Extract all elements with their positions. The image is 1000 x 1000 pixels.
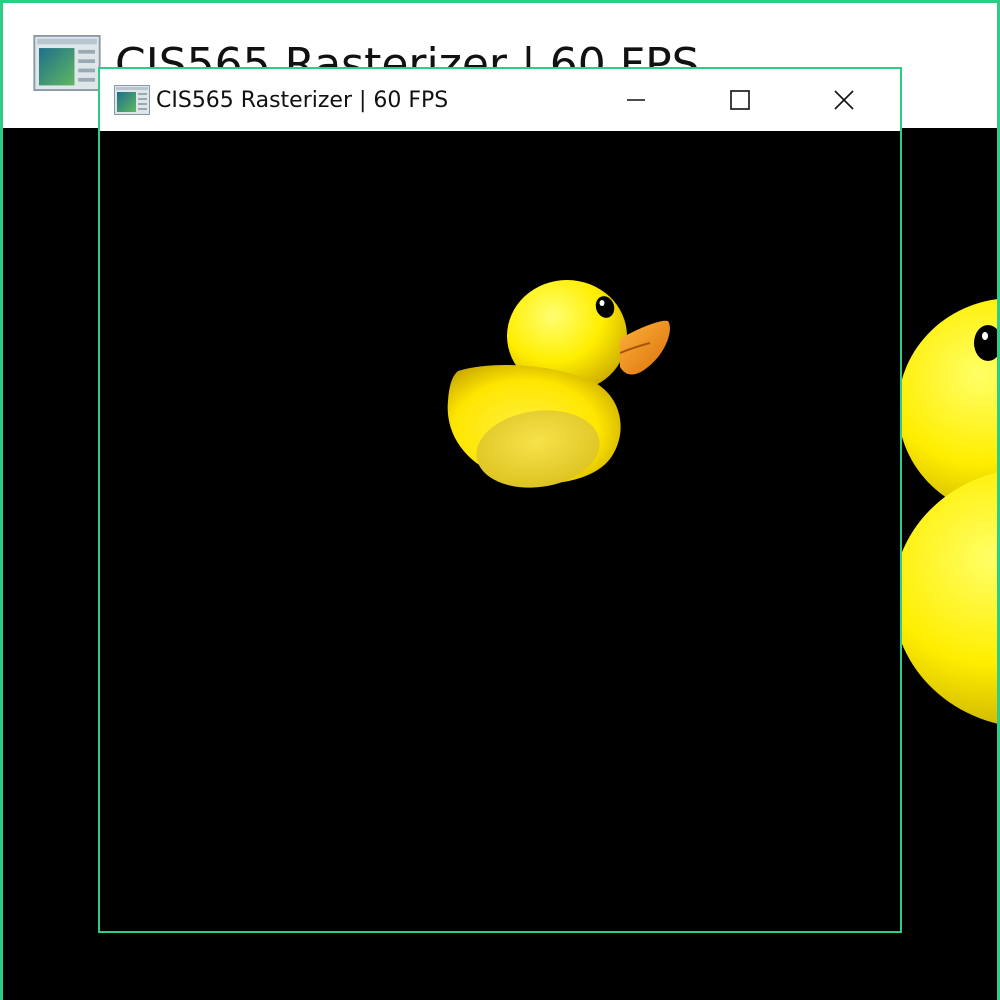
minimize-icon xyxy=(627,99,645,101)
minimize-button[interactable] xyxy=(584,69,688,131)
duck-model xyxy=(447,280,670,488)
render-viewport[interactable] xyxy=(100,131,900,931)
foreground-window[interactable]: CIS565 Rasterizer | 60 FPS xyxy=(98,67,902,933)
close-icon xyxy=(834,90,854,110)
maximize-button[interactable] xyxy=(688,69,792,131)
close-button[interactable] xyxy=(792,69,896,131)
application-window-icon xyxy=(33,35,101,91)
foreground-window-titlebar[interactable]: CIS565 Rasterizer | 60 FPS xyxy=(100,69,900,131)
foreground-window-title: CIS565 Rasterizer | 60 FPS xyxy=(156,88,449,113)
duck-beak xyxy=(620,320,670,375)
maximize-icon xyxy=(730,90,750,110)
background-duck-model xyxy=(893,299,997,724)
application-window-icon xyxy=(114,85,150,115)
